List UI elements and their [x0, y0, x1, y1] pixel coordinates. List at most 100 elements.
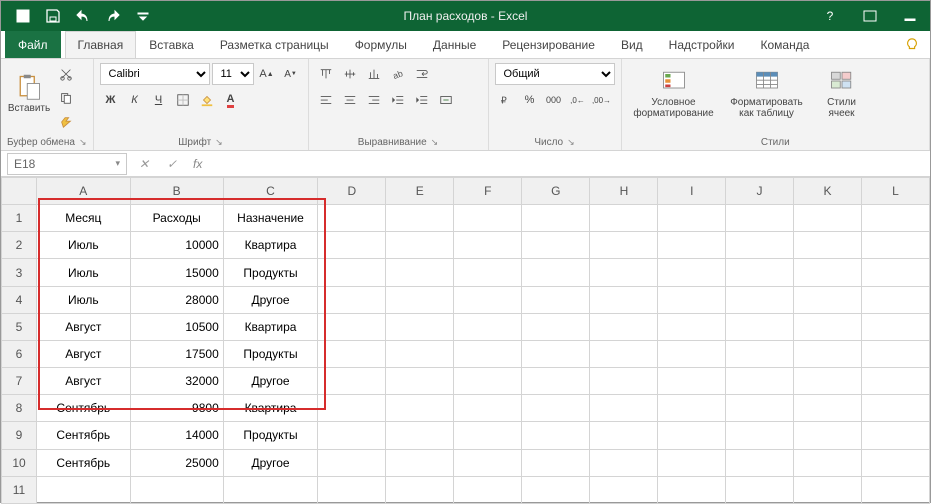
cell[interactable]	[861, 340, 929, 367]
cell[interactable]	[386, 476, 454, 503]
increase-font-icon[interactable]: A▲	[256, 63, 278, 85]
cell[interactable]	[522, 449, 590, 476]
cell[interactable]	[386, 449, 454, 476]
chevron-down-icon[interactable]: ▾	[115, 158, 120, 169]
align-middle-icon[interactable]	[339, 63, 361, 85]
format-as-table-button[interactable]: Форматировать как таблицу	[724, 63, 810, 123]
cell[interactable]	[522, 313, 590, 340]
number-format-combo[interactable]: Общий	[495, 63, 615, 85]
redo-icon[interactable]	[99, 1, 127, 31]
cell[interactable]	[658, 422, 726, 449]
dialog-launcher-icon[interactable]: ↘	[567, 137, 575, 148]
cell[interactable]	[522, 368, 590, 395]
cell[interactable]	[726, 476, 794, 503]
accounting-format-icon[interactable]: ₽	[495, 89, 517, 111]
tell-me-icon[interactable]	[894, 31, 930, 58]
cell[interactable]: 10000	[130, 232, 223, 259]
cell[interactable]	[386, 395, 454, 422]
cell[interactable]	[590, 232, 658, 259]
cell[interactable]	[590, 340, 658, 367]
cell[interactable]: Продукты	[223, 340, 318, 367]
cell[interactable]	[658, 205, 726, 232]
cell[interactable]: Расходы	[130, 205, 223, 232]
cell[interactable]	[522, 205, 590, 232]
cell[interactable]	[522, 232, 590, 259]
cell[interactable]	[318, 368, 386, 395]
copy-icon[interactable]	[55, 87, 77, 109]
row-header[interactable]: 9	[2, 422, 37, 449]
cell[interactable]: Месяц	[37, 205, 131, 232]
undo-icon[interactable]	[69, 1, 97, 31]
cell[interactable]: Июль	[37, 259, 131, 286]
cell-styles-button[interactable]: Стили ячеек	[814, 63, 870, 123]
tab-insert[interactable]: Вставка	[136, 31, 207, 58]
cell[interactable]	[861, 286, 929, 313]
excel-app-icon[interactable]: x	[9, 1, 37, 31]
tab-home[interactable]: Главная	[65, 31, 137, 58]
cell[interactable]	[318, 313, 386, 340]
row-header[interactable]: 5	[2, 313, 37, 340]
row-header[interactable]: 3	[2, 259, 37, 286]
cell[interactable]: Август	[37, 340, 131, 367]
dialog-launcher-icon[interactable]: ↘	[215, 137, 223, 148]
cell[interactable]: Другое	[223, 449, 318, 476]
cell[interactable]	[726, 449, 794, 476]
tab-page-layout[interactable]: Разметка страницы	[207, 31, 342, 58]
cell[interactable]	[386, 368, 454, 395]
cell[interactable]: Сентябрь	[37, 422, 131, 449]
cell[interactable]: Назначение	[223, 205, 318, 232]
cell[interactable]	[726, 395, 794, 422]
minimize-icon[interactable]	[890, 1, 930, 31]
cell[interactable]: 28000	[130, 286, 223, 313]
cell[interactable]	[861, 422, 929, 449]
cell[interactable]	[318, 476, 386, 503]
ribbon-display-icon[interactable]	[850, 1, 890, 31]
fx-icon[interactable]: fx	[193, 157, 202, 171]
cell[interactable]	[861, 368, 929, 395]
cell[interactable]	[130, 476, 223, 503]
cell[interactable]	[726, 368, 794, 395]
conditional-formatting-button[interactable]: Условное форматирование	[628, 63, 720, 123]
cell[interactable]	[861, 476, 929, 503]
cell[interactable]	[793, 395, 861, 422]
increase-indent-icon[interactable]	[411, 89, 433, 111]
fill-color-icon[interactable]	[196, 89, 218, 111]
column-header[interactable]: H	[590, 178, 658, 205]
cell[interactable]: Квартира	[223, 232, 318, 259]
font-size-combo[interactable]: 11	[212, 63, 254, 85]
cell[interactable]: Квартира	[223, 395, 318, 422]
cell[interactable]	[454, 395, 522, 422]
align-center-icon[interactable]	[339, 89, 361, 111]
cell[interactable]	[318, 259, 386, 286]
row-header[interactable]: 1	[2, 205, 37, 232]
cell[interactable]: 10500	[130, 313, 223, 340]
wrap-text-icon[interactable]	[411, 63, 433, 85]
cell[interactable]: Другое	[223, 368, 318, 395]
cell[interactable]	[726, 259, 794, 286]
cell[interactable]	[590, 205, 658, 232]
tab-view[interactable]: Вид	[608, 31, 656, 58]
cell[interactable]	[861, 313, 929, 340]
cell[interactable]	[454, 313, 522, 340]
cell[interactable]	[793, 313, 861, 340]
borders-icon[interactable]	[172, 89, 194, 111]
column-header[interactable]: F	[454, 178, 522, 205]
cell[interactable]	[861, 259, 929, 286]
cancel-formula-icon[interactable]: ✕	[133, 153, 155, 175]
dialog-launcher-icon[interactable]: ↘	[431, 137, 439, 148]
cell[interactable]: Июль	[37, 286, 131, 313]
cell[interactable]	[793, 476, 861, 503]
cell[interactable]	[793, 259, 861, 286]
cell[interactable]	[386, 313, 454, 340]
paste-button[interactable]: Вставить	[7, 63, 51, 123]
tab-team[interactable]: Команда	[748, 31, 823, 58]
cell[interactable]	[454, 476, 522, 503]
cell[interactable]	[223, 476, 318, 503]
cell[interactable]	[726, 422, 794, 449]
row-header[interactable]: 8	[2, 395, 37, 422]
decrease-font-icon[interactable]: A▼	[280, 63, 302, 85]
decrease-decimal-icon[interactable]: ,00→	[591, 89, 613, 111]
cell[interactable]	[793, 340, 861, 367]
cell[interactable]	[37, 476, 131, 503]
font-color-icon[interactable]: A	[220, 89, 242, 111]
